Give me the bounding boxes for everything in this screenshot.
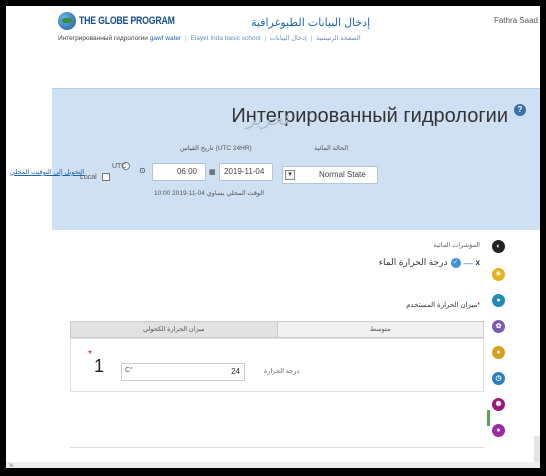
row-required-star: * bbox=[88, 349, 92, 360]
required-label-text: ميزان الحرارة المستخدم bbox=[406, 302, 478, 309]
required-star: * bbox=[477, 302, 480, 309]
user-name[interactable]: Fathra Saad bbox=[494, 16, 538, 25]
active-indicator bbox=[487, 410, 490, 426]
breadcrumb-data-entry[interactable]: إدخال البيانات bbox=[270, 35, 307, 42]
breadcrumb-home[interactable]: الصفحة الرئيسية bbox=[316, 35, 361, 42]
globe-logo[interactable]: THE GLOBE PROGRAM bbox=[58, 12, 199, 30]
resize-grip-icon: ⇲ bbox=[8, 463, 14, 468]
breadcrumb-school[interactable]: Elayet Inda basic school bbox=[190, 35, 260, 42]
flower-icon[interactable]: ✿ bbox=[492, 320, 505, 333]
date-field[interactable]: 2019-11-04 bbox=[219, 163, 273, 181]
tab-alcohol-thermometer[interactable]: ميزان الحرارة الكحولي bbox=[71, 322, 277, 337]
logo-text: THE GLOBE PROGRAM bbox=[79, 15, 175, 27]
local-time-hint: الوقت المحلي يساوي 04-11-2019 10:00 bbox=[154, 190, 265, 197]
atom-icon[interactable]: ✺ bbox=[492, 398, 505, 411]
check-icon[interactable]: ✓ bbox=[450, 257, 461, 268]
clock-icon[interactable]: ◷ bbox=[492, 372, 505, 385]
browser-frame: THE GLOBE PROGRAM إدخال البيانات الطبوغر… bbox=[6, 6, 540, 468]
dash-separator: — bbox=[463, 257, 473, 268]
local-time-link[interactable]: التحويل إلى التوقيت المحلي bbox=[10, 168, 85, 176]
breadcrumb-current: Интегрированный гидрологии bbox=[58, 35, 148, 42]
temperature-label: درجة الحرارة bbox=[264, 368, 300, 375]
pin-icon[interactable]: ● bbox=[492, 424, 505, 437]
help-icon[interactable]: ? bbox=[514, 104, 526, 116]
remove-icon[interactable]: x bbox=[476, 258, 480, 267]
row-number: 1 bbox=[94, 356, 105, 376]
protocol-name: درجة الحرارة الماء bbox=[378, 257, 448, 267]
calendar-icon[interactable]: ▦ bbox=[209, 168, 216, 176]
temperature-unit: C° bbox=[125, 367, 133, 374]
water-state-value: Normal State bbox=[319, 170, 366, 179]
time-field[interactable]: 06:00 bbox=[152, 163, 206, 181]
clock-small-icon[interactable]: ⊙ bbox=[139, 166, 146, 175]
edit-label: تحرير bbox=[246, 109, 288, 129]
breadcrumb-active[interactable]: gawf water bbox=[150, 35, 181, 42]
sun-icon[interactable]: ☀ bbox=[492, 268, 505, 281]
temperature-input[interactable]: C° 24 bbox=[121, 363, 245, 381]
water-drop-icon[interactable]: ● bbox=[492, 294, 505, 307]
divider bbox=[70, 447, 484, 448]
time-value: 06:00 bbox=[176, 167, 197, 176]
date-value: 2019-11-04 bbox=[224, 167, 265, 176]
section-heading: المؤشرات المائية bbox=[433, 242, 480, 249]
data-entry-link[interactable]: إدخال البيانات الطبوغرافية bbox=[251, 16, 370, 29]
scrollbar[interactable] bbox=[534, 436, 540, 462]
water-state-label: الحالة المائية bbox=[314, 145, 349, 152]
contrast-icon[interactable]: ◐ bbox=[492, 240, 505, 253]
lightbulb-icon[interactable]: ● bbox=[492, 346, 505, 359]
breadcrumb: Интегрированный гидрологии gawf water | … bbox=[58, 35, 361, 42]
top-bar: THE GLOBE PROGRAM إدخال البيانات الطبوغر… bbox=[6, 6, 540, 52]
status-strip: ⇲ bbox=[6, 462, 540, 468]
date-label: تاريخ القياس (UTC 24HR) bbox=[180, 145, 252, 152]
required-field-label: ميزان الحرارة المستخدم* bbox=[406, 301, 480, 309]
chevron-down-icon[interactable]: ▾ bbox=[285, 170, 295, 180]
temperature-value: 24 bbox=[231, 367, 240, 376]
method-tabs: ميزان الحرارة الكحولي متوسط bbox=[70, 321, 484, 338]
globe-icon bbox=[58, 12, 76, 30]
water-state-select[interactable]: Normal State ▾ bbox=[282, 166, 378, 184]
local-checkbox[interactable] bbox=[102, 173, 110, 181]
protocol-selector: درجة الحرارة الماء ✓ — x bbox=[379, 257, 480, 268]
site-info-panel: ? Интегрированный гидрологии تحرير الحال… bbox=[10, 88, 540, 230]
utc-label: UTC bbox=[112, 163, 127, 170]
tab-average[interactable]: متوسط bbox=[276, 322, 483, 337]
